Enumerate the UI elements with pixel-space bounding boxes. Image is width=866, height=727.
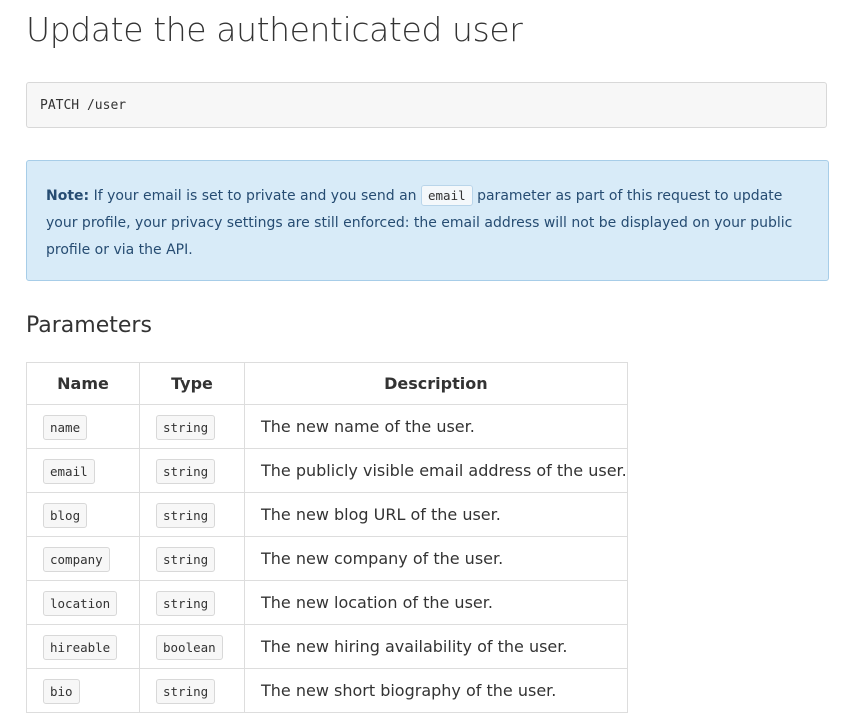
- param-name: bio: [43, 679, 80, 704]
- param-type-cell: string: [139, 580, 245, 625]
- table-row: company string The new company of the us…: [26, 536, 628, 581]
- endpoint-code-block: PATCH /user: [26, 82, 827, 128]
- endpoint-text: PATCH /user: [40, 98, 127, 113]
- param-description: The new location of the user.: [244, 580, 628, 625]
- param-description: The new short biography of the user.: [244, 668, 628, 713]
- column-header-type: Type: [139, 362, 245, 405]
- param-type: string: [156, 459, 216, 484]
- column-header-name: Name: [26, 362, 140, 405]
- note-text-before: If your email is set to private and you …: [89, 188, 421, 204]
- note-code-email: email: [421, 185, 473, 206]
- parameters-heading: Parameters: [26, 313, 152, 338]
- param-name: hireable: [43, 635, 118, 660]
- param-name: location: [43, 591, 118, 616]
- param-description: The new hiring availability of the user.: [244, 624, 628, 669]
- param-name: blog: [43, 503, 88, 528]
- param-type-cell: string: [139, 668, 245, 713]
- param-type-cell: string: [139, 536, 245, 581]
- param-name-cell: email: [26, 448, 140, 493]
- param-type: string: [156, 679, 216, 704]
- column-header-description: Description: [244, 362, 628, 405]
- param-type-cell: string: [139, 404, 245, 449]
- param-name-cell: company: [26, 536, 140, 581]
- param-name: name: [43, 415, 88, 440]
- param-name: email: [43, 459, 95, 484]
- table-row: bio string The new short biography of th…: [26, 668, 628, 713]
- parameters-table: Name Type Description name string The ne…: [26, 362, 628, 713]
- page-title: Update the authenticated user: [26, 10, 523, 49]
- table-header-row: Name Type Description: [26, 362, 628, 405]
- table-row: email string The publicly visible email …: [26, 448, 628, 493]
- table-row: location string The new location of the …: [26, 580, 628, 625]
- table-row: blog string The new blog URL of the user…: [26, 492, 628, 537]
- table-row: hireable boolean The new hiring availabi…: [26, 624, 628, 669]
- param-name-cell: hireable: [26, 624, 140, 669]
- note-box: Note: If your email is set to private an…: [26, 160, 829, 281]
- param-description: The new company of the user.: [244, 536, 628, 581]
- param-name-cell: bio: [26, 668, 140, 713]
- param-name-cell: location: [26, 580, 140, 625]
- table-row: name string The new name of the user.: [26, 404, 628, 449]
- param-type-cell: string: [139, 492, 245, 537]
- param-description: The new blog URL of the user.: [244, 492, 628, 537]
- note-label: Note:: [46, 188, 90, 204]
- param-type-cell: string: [139, 448, 245, 493]
- param-name: company: [43, 547, 110, 572]
- param-type: string: [156, 503, 216, 528]
- param-type: boolean: [156, 635, 223, 660]
- param-type: string: [156, 415, 216, 440]
- param-description: The new name of the user.: [244, 404, 628, 449]
- param-name-cell: blog: [26, 492, 140, 537]
- param-type: string: [156, 591, 216, 616]
- param-name-cell: name: [26, 404, 140, 449]
- param-type: string: [156, 547, 216, 572]
- param-type-cell: boolean: [139, 624, 245, 669]
- param-description: The publicly visible email address of th…: [244, 448, 628, 493]
